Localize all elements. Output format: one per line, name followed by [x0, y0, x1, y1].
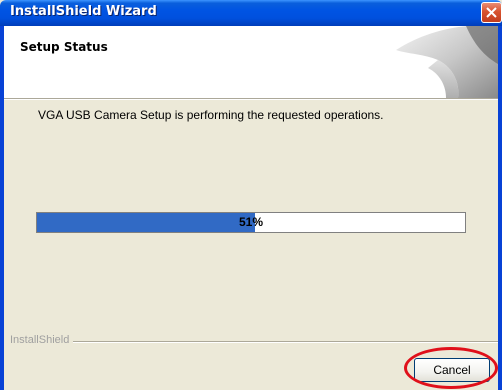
progress-bar: 51% [36, 212, 466, 233]
title-bar[interactable]: InstallShield Wizard [0, 0, 502, 26]
header-divider [4, 99, 498, 100]
cancel-button[interactable]: Cancel [414, 358, 490, 382]
page-title: Setup Status [20, 40, 108, 54]
installshield-brand: InstallShield [10, 334, 74, 346]
wizard-header: Setup Status [4, 26, 498, 99]
close-icon [486, 7, 497, 18]
window-title: InstallShield Wizard [10, 4, 157, 19]
installshield-graphic [396, 26, 498, 98]
window-frame-right [498, 26, 502, 390]
close-button[interactable] [481, 2, 502, 23]
footer-divider [10, 341, 498, 343]
status-message: VGA USB Camera Setup is performing the r… [38, 108, 384, 122]
progress-percent: 51% [238, 215, 264, 229]
